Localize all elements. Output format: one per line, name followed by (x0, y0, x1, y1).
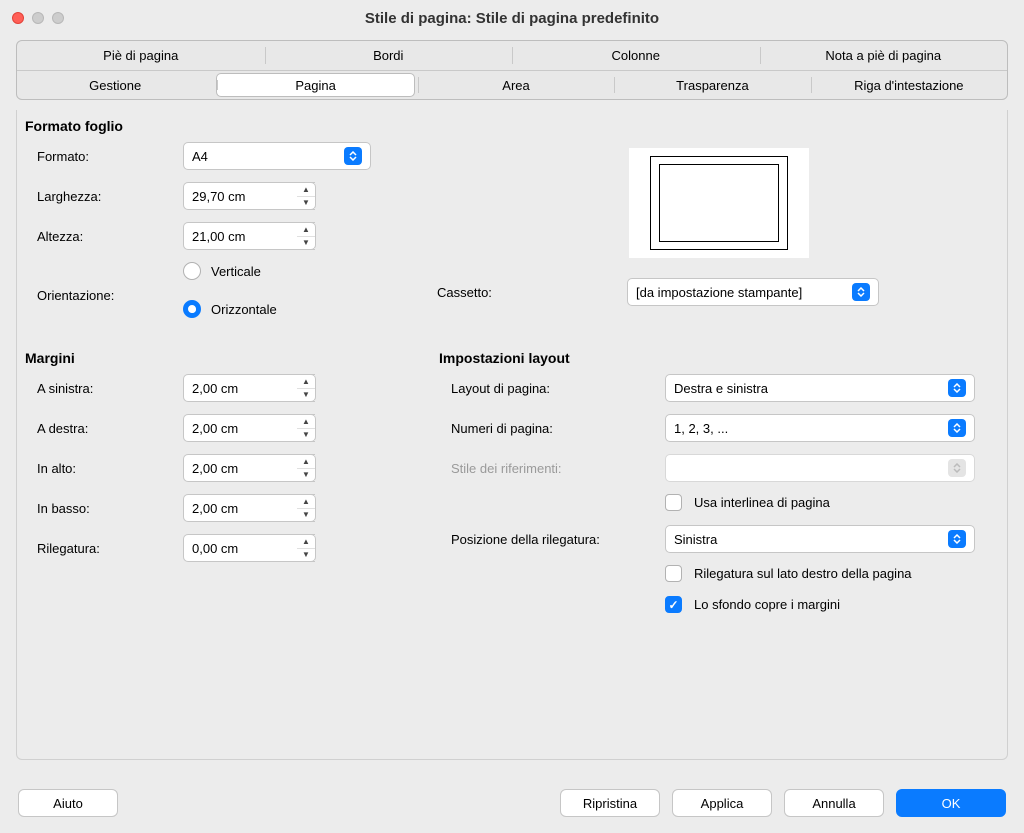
spin-down-icon[interactable]: ▼ (297, 548, 315, 561)
minimize-window-button (32, 12, 44, 24)
help-button[interactable]: Aiuto (18, 789, 118, 817)
window-controls (12, 12, 64, 24)
page-layout-value: Destra e sinistra (674, 381, 768, 396)
button-bar: Aiuto Ripristina Applica Annulla OK (0, 775, 1024, 833)
section-margins: Margini (25, 350, 413, 366)
spin-down-icon[interactable]: ▼ (297, 508, 315, 521)
margin-right-value: 2,00 cm (192, 421, 238, 436)
chevron-updown-icon (948, 379, 966, 397)
spin-down-icon[interactable]: ▼ (297, 236, 315, 249)
apply-button[interactable]: Applica (672, 789, 772, 817)
chevron-updown-icon (948, 419, 966, 437)
tray-value: [da impostazione stampante] (636, 285, 802, 300)
width-spinbox[interactable]: 29,70 cm ▲▼ (183, 182, 316, 210)
format-value: A4 (192, 149, 208, 164)
margin-top-value: 2,00 cm (192, 461, 238, 476)
tab-borders[interactable]: Bordi (265, 41, 513, 70)
checkbox-background-covers[interactable] (665, 596, 682, 613)
tab-header[interactable]: Riga d'intestazione (811, 71, 1007, 99)
margin-left-spinbox[interactable]: 2,00 cm ▲▼ (183, 374, 316, 402)
cancel-button[interactable]: Annulla (784, 789, 884, 817)
tabs-container: Piè di pagina Bordi Colonne Nota a piè d… (16, 40, 1008, 100)
chevron-updown-icon (852, 283, 870, 301)
page-numbers-value: 1, 2, 3, ... (674, 421, 728, 436)
tab-area[interactable]: Area (418, 71, 614, 99)
label-page-numbers: Numeri di pagina: (437, 421, 665, 436)
radio-landscape[interactable] (183, 300, 201, 318)
height-spinbox[interactable]: 21,00 cm ▲▼ (183, 222, 316, 250)
label-margin-right: A destra: (23, 421, 183, 436)
margin-bottom-value: 2,00 cm (192, 501, 238, 516)
chevron-updown-icon (948, 530, 966, 548)
label-format: Formato: (23, 149, 183, 164)
page-layout-dropdown[interactable]: Destra e sinistra (665, 374, 975, 402)
page-numbers-dropdown[interactable]: 1, 2, 3, ... (665, 414, 975, 442)
label-width: Larghezza: (23, 189, 183, 204)
label-margin-left: A sinistra: (23, 381, 183, 396)
tab-footer[interactable]: Piè di pagina (17, 41, 265, 70)
spin-down-icon[interactable]: ▼ (297, 468, 315, 481)
chevron-updown-icon (948, 459, 966, 477)
tab-columns[interactable]: Colonne (512, 41, 760, 70)
spin-up-icon[interactable]: ▲ (297, 223, 315, 236)
label-page-layout: Layout di pagina: (437, 381, 665, 396)
gutter-spinbox[interactable]: 0,00 cm ▲▼ (183, 534, 316, 562)
section-layout-settings: Impostazioni layout (439, 350, 1001, 366)
tab-transparency[interactable]: Trasparenza (614, 71, 810, 99)
titlebar: Stile di pagina: Stile di pagina predefi… (0, 0, 1024, 36)
tab-page[interactable]: Pagina (216, 73, 414, 97)
margin-left-value: 2,00 cm (192, 381, 238, 396)
checkbox-use-line-spacing[interactable] (665, 494, 682, 511)
gutter-value: 0,00 cm (192, 541, 238, 556)
tray-dropdown[interactable]: [da impostazione stampante] (627, 278, 879, 306)
label-gutter-position: Posizione della rilegatura: (437, 532, 665, 547)
tab-organizer[interactable]: Gestione (17, 71, 213, 99)
label-tray: Cassetto: (437, 285, 627, 300)
label-background-covers: Lo sfondo copre i margini (694, 597, 840, 612)
label-gutter: Rilegatura: (23, 541, 183, 556)
section-paper-format: Formato foglio (25, 118, 1001, 134)
label-use-line-spacing: Usa interlinea di pagina (694, 495, 830, 510)
margin-top-spinbox[interactable]: 2,00 cm ▲▼ (183, 454, 316, 482)
spin-up-icon[interactable]: ▲ (297, 375, 315, 388)
tab-footnote[interactable]: Nota a piè di pagina (760, 41, 1008, 70)
label-margin-bottom: In basso: (23, 501, 183, 516)
spin-down-icon[interactable]: ▼ (297, 428, 315, 441)
margin-right-spinbox[interactable]: 2,00 cm ▲▼ (183, 414, 316, 442)
height-value: 21,00 cm (192, 229, 245, 244)
reset-button[interactable]: Ripristina (560, 789, 660, 817)
spin-up-icon[interactable]: ▲ (297, 183, 315, 196)
margin-bottom-spinbox[interactable]: 2,00 cm ▲▼ (183, 494, 316, 522)
width-value: 29,70 cm (192, 189, 245, 204)
ref-style-dropdown (665, 454, 975, 482)
radio-portrait-label: Verticale (211, 264, 261, 279)
label-ref-style: Stile dei riferimenti: (437, 461, 665, 476)
window-title: Stile di pagina: Stile di pagina predefi… (12, 10, 1012, 27)
label-orientation: Orientazione: (23, 288, 183, 303)
spin-up-icon[interactable]: ▲ (297, 535, 315, 548)
radio-landscape-label: Orizzontale (211, 302, 277, 317)
gutter-position-value: Sinistra (674, 532, 717, 547)
spin-down-icon[interactable]: ▼ (297, 388, 315, 401)
content-area: Formato foglio Formato: A4 Larghezza: (16, 110, 1008, 760)
spin-up-icon[interactable]: ▲ (297, 455, 315, 468)
checkbox-gutter-right[interactable] (665, 565, 682, 582)
ok-button[interactable]: OK (896, 789, 1006, 817)
page-preview (629, 148, 809, 258)
spin-up-icon[interactable]: ▲ (297, 495, 315, 508)
label-height: Altezza: (23, 229, 183, 244)
spin-up-icon[interactable]: ▲ (297, 415, 315, 428)
gutter-position-dropdown[interactable]: Sinistra (665, 525, 975, 553)
radio-portrait[interactable] (183, 262, 201, 280)
close-window-button[interactable] (12, 12, 24, 24)
spin-down-icon[interactable]: ▼ (297, 196, 315, 209)
label-margin-top: In alto: (23, 461, 183, 476)
chevron-updown-icon (344, 147, 362, 165)
label-gutter-right: Rilegatura sul lato destro della pagina (694, 566, 912, 581)
format-dropdown[interactable]: A4 (183, 142, 371, 170)
maximize-window-button (52, 12, 64, 24)
